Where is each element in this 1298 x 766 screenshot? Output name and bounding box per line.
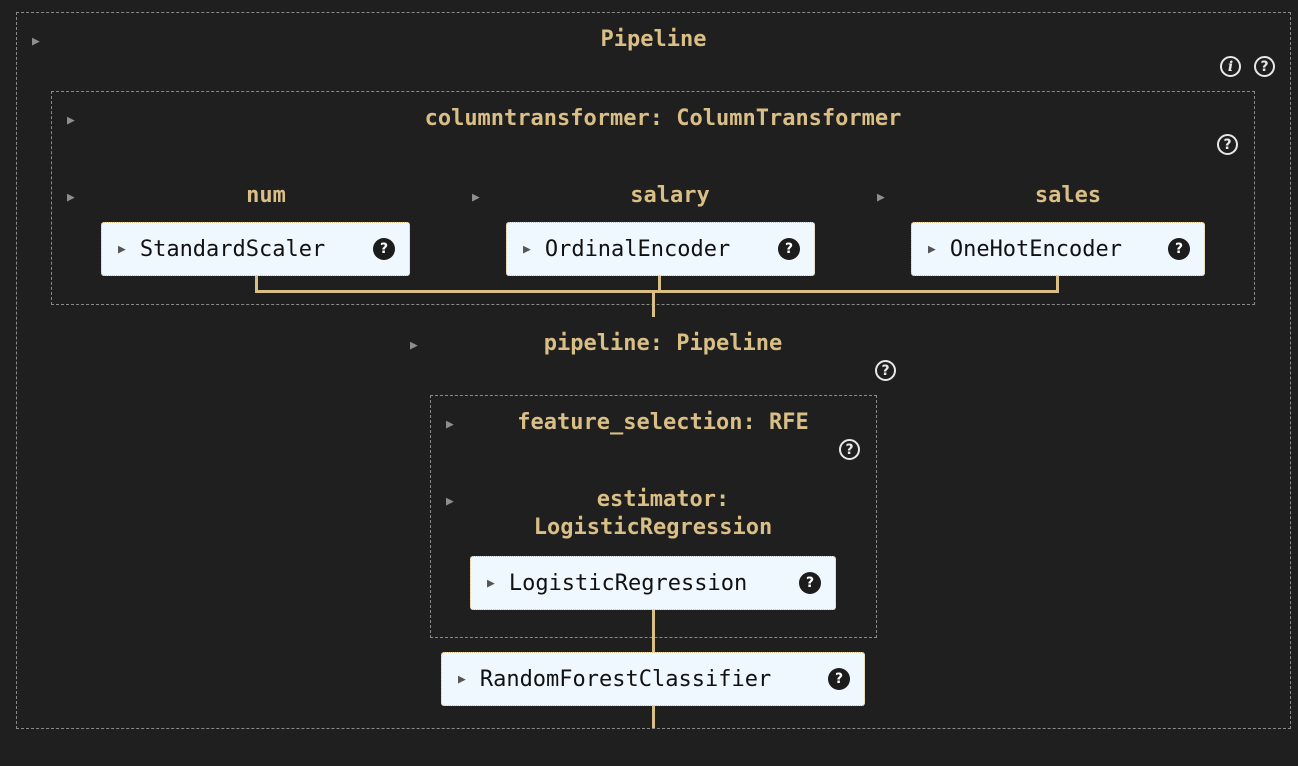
connector-merge-down (652, 293, 655, 317)
onehotencoder-toggle[interactable]: ▶ (928, 242, 936, 257)
ordinalencoder-help-icon[interactable]: ? (778, 238, 800, 260)
ordinalencoder-name: OrdinalEncoder (545, 237, 778, 262)
pipeline-help-icon[interactable]: ? (1254, 56, 1275, 77)
standardscaler-toggle[interactable]: ▶ (118, 242, 126, 257)
inner-pipeline-help-icon[interactable]: ? (875, 360, 896, 381)
randomforestclassifier-estimator[interactable]: ▶ RandomForestClassifier ? (441, 652, 865, 706)
inner-pipeline-toggle[interactable]: ▶ (410, 338, 418, 354)
randomforestclassifier-name: RandomForestClassifier (480, 667, 828, 692)
rfe-estimator-toggle[interactable]: ▶ (446, 494, 454, 510)
logisticregression-name: LogisticRegression (509, 571, 799, 596)
onehotencoder-help-icon[interactable]: ? (1168, 238, 1190, 260)
randomforestclassifier-help-icon[interactable]: ? (828, 668, 850, 690)
inner-pipeline-title[interactable]: pipeline: Pipeline (463, 330, 863, 358)
branch-salary-toggle[interactable]: ▶ (472, 190, 480, 206)
ordinalencoder-estimator[interactable]: ▶ OrdinalEncoder ? (506, 222, 815, 276)
columntransformer-help-icon[interactable]: ? (1217, 134, 1238, 155)
standardscaler-name: StandardScaler (140, 237, 373, 262)
rfe-estimator-label-line1[interactable]: estimator: (463, 486, 863, 514)
connector-merge-horizontal (255, 290, 1059, 293)
onehotencoder-estimator[interactable]: ▶ OneHotEncoder ? (911, 222, 1205, 276)
randomforestclassifier-toggle[interactable]: ▶ (458, 672, 466, 687)
logisticregression-help-icon[interactable]: ? (799, 572, 821, 594)
branch-num-toggle[interactable]: ▶ (67, 190, 75, 206)
branch-sales-toggle[interactable]: ▶ (877, 190, 885, 206)
branch-sales-label[interactable]: sales (968, 182, 1168, 210)
feature-selection-title[interactable]: feature_selection: RFE (463, 409, 863, 437)
onehotencoder-name: OneHotEncoder (950, 237, 1168, 262)
ordinalencoder-toggle[interactable]: ▶ (523, 242, 531, 257)
standardscaler-help-icon[interactable]: ? (373, 238, 395, 260)
feature-selection-toggle[interactable]: ▶ (446, 417, 454, 433)
branch-salary-label[interactable]: salary (570, 182, 770, 210)
pipeline-info-icon[interactable]: i (1220, 56, 1241, 77)
feature-selection-help-icon[interactable]: ? (839, 439, 860, 460)
connector-final-down (652, 706, 655, 728)
pipeline-title[interactable]: Pipeline (16, 26, 1291, 54)
columntransformer-title[interactable]: columntransformer: ColumnTransformer (51, 105, 1275, 133)
rfe-estimator-label-line2[interactable]: LogisticRegression (453, 514, 853, 542)
connector-lr-down (652, 610, 655, 652)
branch-num-label[interactable]: num (166, 182, 366, 210)
standardscaler-estimator[interactable]: ▶ StandardScaler ? (101, 222, 410, 276)
logisticregression-estimator[interactable]: ▶ LogisticRegression ? (470, 556, 836, 610)
logisticregression-toggle[interactable]: ▶ (487, 576, 495, 591)
